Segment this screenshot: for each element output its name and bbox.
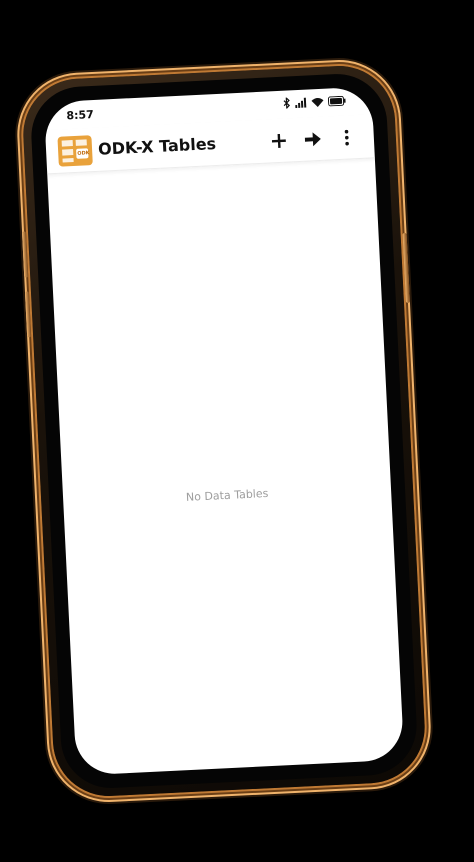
more-vert-icon	[344, 129, 349, 145]
bluetooth-icon	[283, 96, 292, 111]
add-table-button[interactable]	[261, 123, 297, 159]
plus-icon	[271, 133, 286, 148]
app-logo: ODK	[57, 134, 93, 167]
status-time: 8:57	[66, 107, 95, 122]
sync-button[interactable]	[295, 121, 331, 157]
logo-text: ODK	[77, 149, 90, 157]
phone-frame: 8:57 ODK ODK-X Tables No Data Tables	[20, 63, 428, 799]
arrow-right-icon	[304, 131, 321, 146]
status-icons	[283, 95, 347, 112]
empty-state-message: No Data Tables	[185, 486, 269, 504]
phone-side-button	[402, 232, 410, 303]
battery-icon	[327, 95, 347, 109]
phone-side-button	[22, 231, 29, 278]
signal-icon	[295, 97, 308, 111]
overflow-menu-button[interactable]	[329, 119, 365, 155]
wifi-icon	[311, 96, 325, 110]
phone-side-button	[24, 291, 32, 338]
phone-bezel: 8:57 ODK ODK-X Tables No Data Tables	[29, 71, 419, 791]
app-title: ODK-X Tables	[97, 134, 217, 159]
phone-screen: 8:57 ODK ODK-X Tables No Data Tables	[43, 86, 405, 776]
scene-background: 8:57 ODK ODK-X Tables No Data Tables	[0, 0, 474, 862]
